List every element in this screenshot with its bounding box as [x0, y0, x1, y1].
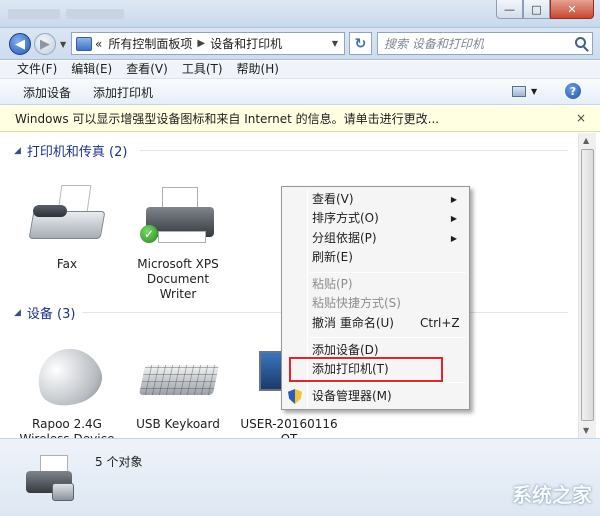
menu-tools[interactable]: 工具(T): [182, 61, 223, 78]
keyboard-icon: [138, 341, 220, 411]
ctx-undo-rename[interactable]: 撤消 重命名(U) Ctrl+Z: [284, 314, 467, 333]
watermark-logo: 系统之家: [512, 483, 592, 507]
title-bar: — □ ✕: [0, 0, 600, 28]
ctx-label: 粘贴(P): [312, 277, 353, 291]
menu-help[interactable]: 帮助(H): [237, 61, 279, 78]
devices-printers-icon: [22, 453, 78, 505]
device-usb-keyboard[interactable]: USB Keykoard: [128, 341, 228, 432]
address-field[interactable]: « 所有控制面板项 ▶ 设备和打印机 ▼: [71, 32, 345, 55]
view-dropdown-icon[interactable]: ▼: [531, 87, 537, 96]
collapse-chevron-icon[interactable]: ◢: [14, 308, 21, 318]
device-label: USB Keykoard: [136, 417, 220, 431]
breadcrumb-control-panel[interactable]: 所有控制面板项: [108, 35, 192, 52]
shield-icon: [288, 389, 302, 404]
details-pane: 5 个对象 系统之家: [0, 438, 600, 516]
title-blur: [66, 9, 124, 19]
info-bar-close-icon[interactable]: ×: [576, 111, 586, 125]
forward-button[interactable]: ▶: [34, 33, 56, 55]
change-view-icon[interactable]: [512, 86, 526, 97]
menu-separator: [310, 272, 466, 273]
device-rapoo-wireless[interactable]: Rapoo 2.4G Wireless Device: [17, 339, 117, 447]
history-dropdown-icon[interactable]: ▼: [60, 40, 66, 49]
collapse-chevron-icon[interactable]: ◢: [14, 146, 21, 156]
menu-separator: [310, 382, 466, 383]
refresh-button[interactable]: ↻: [349, 32, 372, 55]
ctx-refresh[interactable]: 刷新(E): [284, 248, 467, 267]
submenu-arrow-icon: ▶: [450, 214, 457, 223]
ctx-label: 撤消 重命名(U): [312, 316, 394, 330]
info-bar-message[interactable]: Windows 可以显示增强型设备图标和来自 Internet 的信息。请单击进…: [15, 110, 439, 127]
breadcrumb-separator-icon[interactable]: ▶: [197, 38, 205, 49]
group-header-printers-label: 打印机和传真 (2): [26, 145, 128, 160]
object-count: 5 个对象: [95, 455, 143, 469]
ctx-sort-by[interactable]: 排序方式(O) ▶: [284, 209, 467, 228]
ctx-paste-shortcut: 粘贴快捷方式(S): [284, 294, 467, 313]
menu-separator: [310, 337, 466, 338]
add-device-button[interactable]: 添加设备: [23, 84, 71, 101]
ctx-label: 刷新(E): [312, 250, 353, 264]
command-toolbar: 添加设备 添加打印机 ▼ ?: [0, 79, 600, 105]
breadcrumb-devices-printers[interactable]: 设备和打印机: [210, 35, 282, 52]
group-header-printers[interactable]: ◢ 打印机和传真 (2): [14, 141, 127, 160]
address-bar-row: ◀ ▶ ▼ « 所有控制面板项 ▶ 设备和打印机 ▼ ↻ 搜索 设备和打印机: [0, 28, 600, 60]
group-header-devices-label: 设备 (3): [26, 307, 76, 322]
device-xps-writer[interactable]: ✓ Microsoft XPS Document Writer: [128, 181, 228, 302]
ctx-label: 设备管理器(M): [312, 389, 392, 403]
menu-edit[interactable]: 编辑(E): [71, 61, 112, 78]
control-panel-icon: [76, 36, 92, 51]
close-button[interactable]: ✕: [550, 0, 594, 19]
submenu-arrow-icon: ▶: [450, 234, 457, 243]
breadcrumb-overflow[interactable]: «: [95, 37, 102, 51]
ctx-label: 粘贴快捷方式(S): [312, 296, 401, 310]
vertical-scrollbar[interactable]: ▲ ▼: [578, 133, 596, 438]
device-label: Fax: [56, 257, 78, 271]
menu-bar: 文件(F) 编辑(E) 查看(V) 工具(T) 帮助(H): [0, 61, 600, 79]
ctx-paste: 粘贴(P): [284, 275, 467, 294]
printer-icon: ✓: [138, 181, 218, 251]
device-label: Microsoft XPS Document Writer: [137, 257, 219, 301]
highlight-box: [289, 357, 443, 382]
ctx-label: 排序方式(O): [312, 211, 379, 225]
search-icon[interactable]: [575, 37, 586, 48]
mouse-icon: [27, 339, 109, 415]
menu-file[interactable]: 文件(F): [17, 61, 57, 78]
menu-view[interactable]: 查看(V): [126, 61, 168, 78]
address-dropdown-icon[interactable]: ▼: [332, 39, 338, 48]
fax-icon: [27, 181, 107, 251]
search-input[interactable]: 搜索 设备和打印机: [377, 32, 593, 55]
scroll-up-icon[interactable]: ▲: [583, 136, 589, 145]
maximize-button[interactable]: □: [523, 0, 550, 19]
ctx-view[interactable]: 查看(V) ▶: [284, 190, 467, 209]
add-printer-button[interactable]: 添加打印机: [93, 84, 153, 101]
device-fax[interactable]: Fax: [17, 181, 117, 272]
info-bar[interactable]: Windows 可以显示增强型设备图标和来自 Internet 的信息。请单击进…: [0, 106, 600, 132]
ctx-shortcut: Ctrl+Z: [420, 316, 460, 330]
ctx-group-by[interactable]: 分组依据(P) ▶: [284, 229, 467, 248]
ctx-label: 查看(V): [312, 192, 354, 206]
group-header-devices[interactable]: ◢ 设备 (3): [14, 303, 75, 322]
title-blur: [8, 9, 60, 19]
scroll-thumb[interactable]: [581, 149, 594, 421]
back-button[interactable]: ◀: [9, 33, 31, 55]
group-divider: [140, 150, 568, 151]
minimize-button[interactable]: —: [496, 0, 523, 19]
help-icon[interactable]: ?: [565, 83, 581, 99]
scroll-down-icon[interactable]: ▼: [583, 426, 589, 435]
ctx-device-manager[interactable]: 设备管理器(M): [284, 387, 467, 406]
default-printer-check-icon: ✓: [140, 225, 158, 243]
submenu-arrow-icon: ▶: [450, 195, 457, 204]
search-placeholder: 搜索 设备和打印机: [384, 37, 484, 51]
ctx-label: 分组依据(P): [312, 231, 377, 245]
window-controls: — □ ✕: [496, 0, 594, 19]
